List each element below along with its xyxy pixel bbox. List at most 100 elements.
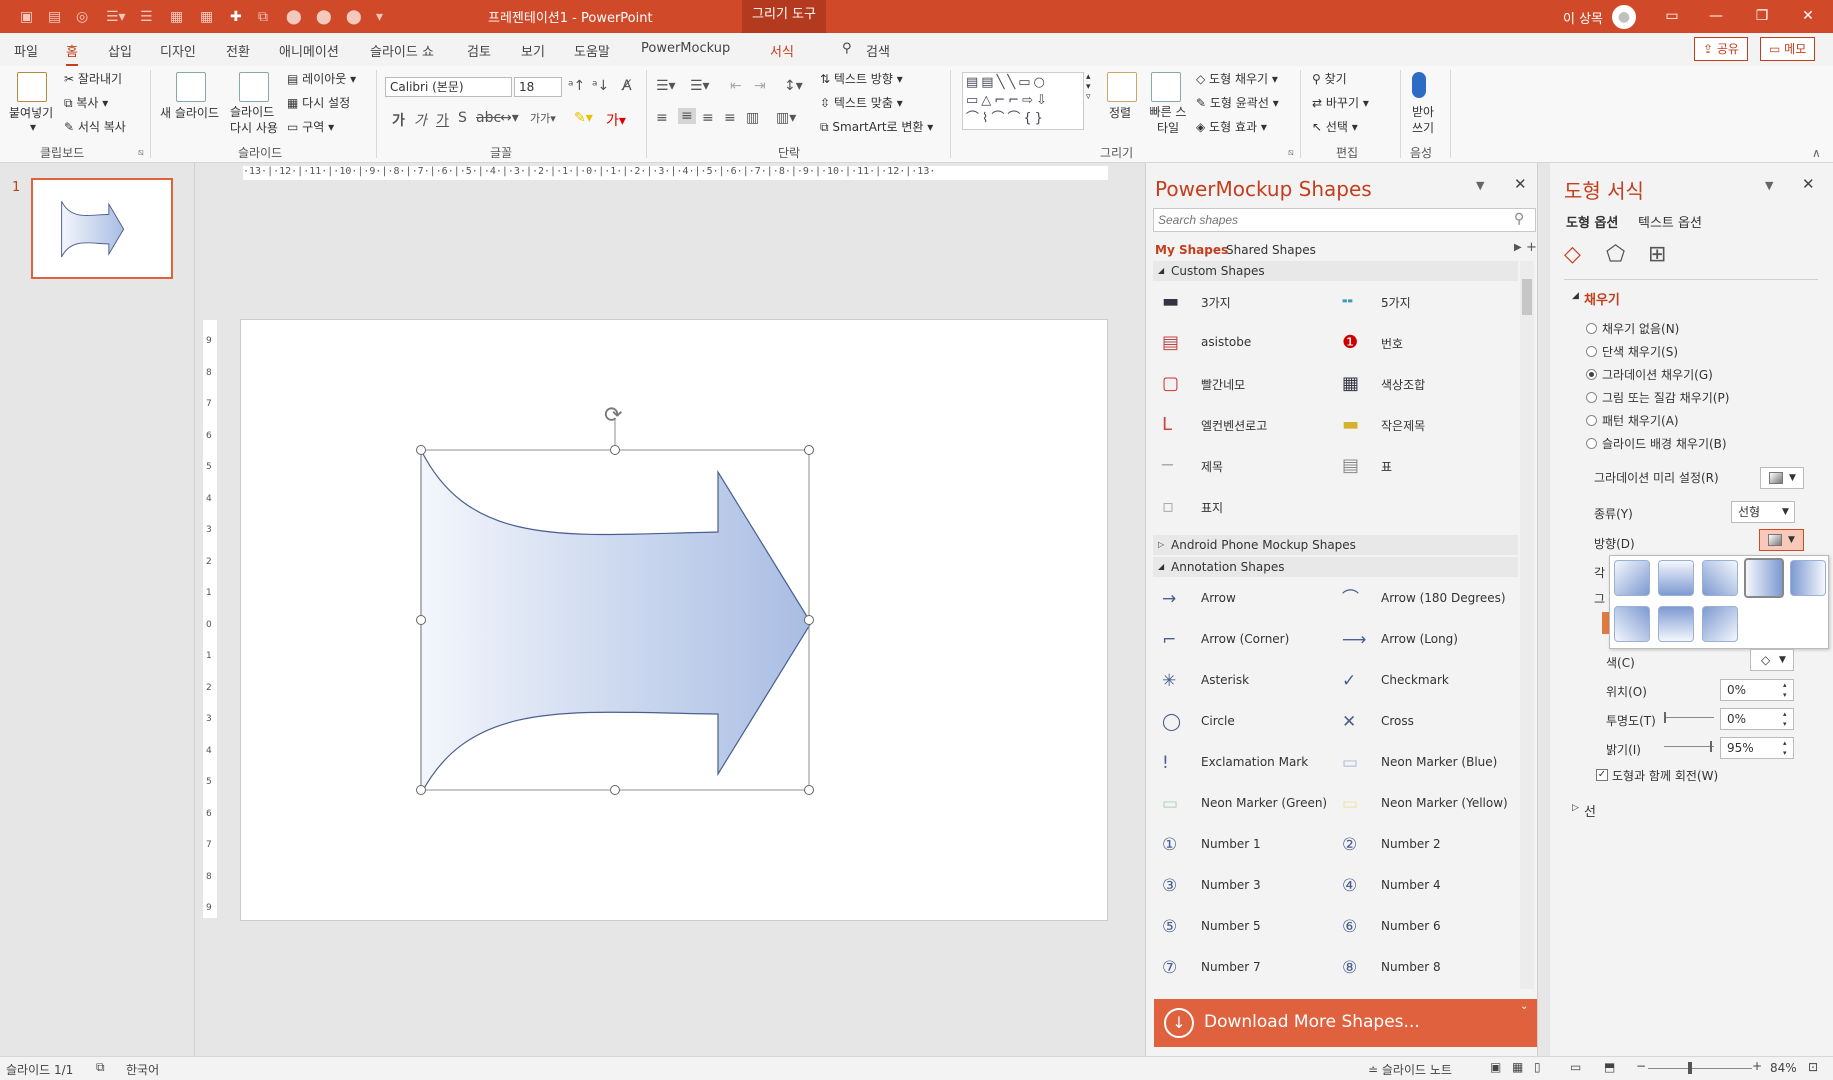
fit-slide-icon[interactable]: ⊡ bbox=[1808, 1060, 1818, 1074]
annotation-shape-item[interactable]: ▭ Neon Marker (Blue) bbox=[1336, 746, 1506, 781]
brightness-spinner[interactable]: 95% ▴ ▾ bbox=[1720, 737, 1794, 759]
pane-options-icon[interactable]: ▼ bbox=[1765, 179, 1773, 192]
shapes-scrollbar[interactable] bbox=[1520, 261, 1534, 989]
expand-icon[interactable]: ▶ bbox=[1514, 242, 1522, 253]
shapes-search-input[interactable] bbox=[1153, 208, 1536, 232]
annotation-shape-item[interactable]: ⟶ Arrow (Long) bbox=[1336, 623, 1506, 658]
direction-linear-down-option[interactable] bbox=[1658, 560, 1694, 596]
annotation-shape-item[interactable]: ▭ Neon Marker (Green) bbox=[1156, 787, 1327, 822]
annotation-shape-item[interactable]: ◯ Circle bbox=[1156, 705, 1326, 740]
tab-my-shapes[interactable]: My Shapes bbox=[1155, 243, 1228, 257]
redo-icon[interactable]: ◎ bbox=[76, 9, 88, 25]
arrange-icon[interactable] bbox=[1107, 72, 1137, 102]
copy-button[interactable]: ⧉ 복사 ▾ bbox=[64, 94, 108, 111]
undo-icon[interactable]: ▤ bbox=[48, 9, 61, 25]
search-icon[interactable]: ⚲ bbox=[1514, 211, 1524, 227]
color-picker-dropdown[interactable]: ◇ ▼ bbox=[1750, 649, 1794, 671]
brightness-slider-thumb[interactable] bbox=[1710, 741, 1712, 752]
close-pane-icon[interactable]: ✕ bbox=[1802, 175, 1815, 193]
annotation-shape-item[interactable]: ⑤ Number 5 bbox=[1156, 910, 1326, 945]
bold-icon[interactable]: 가 bbox=[392, 110, 405, 130]
union-icon[interactable]: ⬤ bbox=[316, 9, 332, 25]
columns-icon[interactable]: ▥▾ bbox=[776, 110, 796, 126]
direction-dropdown[interactable]: ▼ bbox=[1759, 529, 1804, 551]
add-icon[interactable]: + bbox=[1526, 240, 1537, 255]
transparency-slider-thumb[interactable] bbox=[1664, 712, 1666, 723]
tab-home[interactable]: 홈 bbox=[66, 41, 78, 66]
annotation-shape-item[interactable]: ▭ Neon Marker (Yellow) bbox=[1336, 787, 1508, 822]
reuse-slides-button[interactable]: 슬라이드 다시 사용 bbox=[230, 104, 280, 136]
transparency-slider[interactable] bbox=[1664, 717, 1714, 718]
custom-shape-item[interactable]: ▬ 3가지 bbox=[1156, 285, 1326, 320]
reset-button[interactable]: ▦ 다시 설정 bbox=[287, 94, 350, 111]
fill-section-header[interactable]: 채우기 bbox=[1584, 289, 1620, 308]
tab-file[interactable]: 파일 bbox=[14, 41, 38, 60]
tab-format[interactable]: 서식 bbox=[770, 41, 794, 60]
fill-option-label[interactable]: 그림 또는 질감 채우기(P) bbox=[1602, 389, 1729, 406]
smartart-button[interactable]: ⧉ SmartArt로 변환 ▾ bbox=[820, 118, 933, 135]
custom-shape-item[interactable]: ▦ 색상조합 bbox=[1336, 367, 1506, 402]
direction-linear-diagonal-bl-option[interactable] bbox=[1614, 606, 1650, 642]
select-button[interactable]: ↖ 선택 ▾ bbox=[1312, 118, 1358, 135]
custom-shape-item[interactable]: ᒪ 엘컨벤션로고 bbox=[1156, 408, 1326, 443]
plus-icon[interactable]: ✚ bbox=[230, 9, 242, 25]
align-text-button[interactable]: ⇳ 텍스트 맞춤 ▾ bbox=[820, 94, 903, 111]
intersect-icon[interactable]: ⬤ bbox=[346, 9, 362, 25]
customize-qat-icon[interactable]: ▾ bbox=[376, 9, 383, 25]
italic-icon[interactable]: 가 bbox=[414, 110, 427, 130]
direction-linear-diagonal-br-option[interactable] bbox=[1702, 606, 1738, 642]
align-center-icon[interactable]: ≡ bbox=[678, 108, 696, 124]
format-painter-button[interactable]: ✎ 서식 복사 bbox=[64, 118, 126, 135]
paste-icon[interactable] bbox=[17, 72, 47, 102]
user-avatar-icon[interactable]: ● bbox=[1612, 5, 1636, 29]
reuse-slides-icon[interactable] bbox=[239, 72, 269, 102]
merge-icon[interactable]: ⬤ bbox=[286, 9, 302, 25]
arrange-button[interactable]: 정렬 bbox=[1109, 104, 1131, 121]
fill-option-label[interactable]: 패턴 채우기(A) bbox=[1602, 412, 1679, 429]
user-name[interactable]: 이 상목 bbox=[1563, 8, 1603, 27]
zoom-slider-thumb[interactable] bbox=[1688, 1062, 1692, 1074]
annotation-shape-item[interactable]: ① Number 1 bbox=[1156, 828, 1326, 863]
tab-shared-shapes[interactable]: Shared Shapes bbox=[1226, 243, 1316, 257]
custom-shape-item[interactable]: ▢ 빨간네모 bbox=[1156, 367, 1326, 402]
spellcheck-icon[interactable]: ⧉ bbox=[96, 1060, 105, 1075]
close-icon[interactable]: ✕ bbox=[1788, 4, 1828, 28]
quick-styles-button[interactable]: 빠른 스타일 bbox=[1146, 104, 1190, 136]
gradient-preset-dropdown[interactable]: ▼ bbox=[1760, 467, 1804, 489]
align-right-icon[interactable]: ≡ bbox=[702, 110, 714, 126]
tab-animations[interactable]: 애니메이션 bbox=[279, 41, 339, 60]
tab-view[interactable]: 보기 bbox=[521, 41, 545, 60]
shape-fill-button[interactable]: ◇ 도형 채우기 ▾ bbox=[1196, 70, 1278, 87]
collapse-ribbon-icon[interactable]: ∧ bbox=[1812, 146, 1821, 160]
fill-option-label[interactable]: 슬라이드 배경 채우기(B) bbox=[1602, 435, 1727, 452]
gradient-type-dropdown[interactable]: 선형 ▼ bbox=[1731, 501, 1795, 523]
annotation-shape-item[interactable]: ✳ Asterisk bbox=[1156, 664, 1326, 699]
annotation-shape-item[interactable]: ⌐ Arrow (Corner) bbox=[1156, 623, 1326, 658]
spacing-icon[interactable]: ↔▾ bbox=[500, 110, 519, 126]
expand-icon[interactable]: ▷ bbox=[1572, 803, 1579, 813]
fill-option-radio[interactable] bbox=[1586, 392, 1597, 403]
fill-option-radio[interactable] bbox=[1586, 438, 1597, 449]
zoom-out-icon[interactable]: − bbox=[1636, 1059, 1646, 1073]
annotation-shape-item[interactable]: ⌒ Arrow (180 Degrees) bbox=[1336, 582, 1506, 617]
custom-shape-item[interactable]: ╍ 5가지 bbox=[1336, 285, 1506, 320]
section-annotation[interactable]: ◢ Annotation Shapes bbox=[1153, 557, 1518, 577]
fill-option-radio[interactable] bbox=[1586, 346, 1597, 357]
slide-thumbnail[interactable] bbox=[31, 178, 173, 279]
effects-icon[interactable]: ⬠ bbox=[1606, 242, 1625, 267]
shadow-icon[interactable]: S bbox=[458, 110, 467, 126]
collapse-icon[interactable]: ◢ bbox=[1572, 291, 1579, 301]
font-size-combo[interactable]: 18 bbox=[514, 77, 562, 97]
search-icon[interactable]: ⚲ bbox=[842, 41, 852, 56]
fill-option-label[interactable]: 단색 채우기(S) bbox=[1602, 343, 1678, 360]
tab-design[interactable]: 디자인 bbox=[160, 41, 196, 60]
shape-gallery[interactable]: ▤▤╲╲▭○ ▭△⌐⌐⇨⇩ ⌒⌇⌒⌒{} bbox=[962, 72, 1084, 130]
reading-view-icon[interactable]: ▯ bbox=[1534, 1060, 1541, 1074]
line-spacing-icon[interactable]: ↕▾ bbox=[784, 78, 803, 94]
annotation-shape-item[interactable]: ④ Number 4 bbox=[1336, 869, 1506, 904]
grid-icon[interactable]: ▦ bbox=[200, 9, 213, 25]
annotation-shape-item[interactable]: ② Number 2 bbox=[1336, 828, 1506, 863]
direction-linear-right-option[interactable] bbox=[1744, 558, 1784, 598]
find-button[interactable]: ⚲ 찾기 bbox=[1312, 70, 1347, 87]
justify-icon[interactable]: ≡ bbox=[724, 110, 736, 126]
